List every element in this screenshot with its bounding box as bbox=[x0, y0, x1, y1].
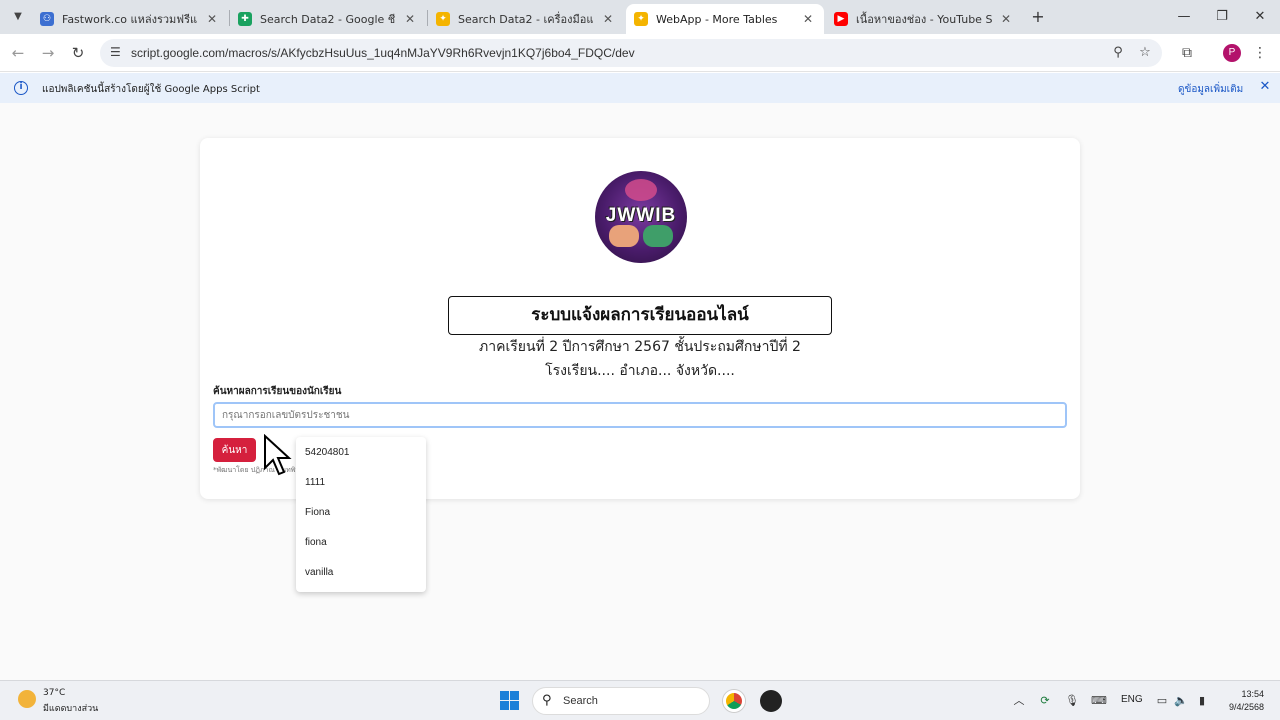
apps-script-infobar: i แอปพลิเคชันนี้สร้างโดยผู้ใช้ Google Ap… bbox=[0, 73, 1280, 103]
system-clock[interactable]: 13:54 9/4/2568 bbox=[1218, 688, 1264, 714]
page-title: ระบบแจ้งผลการเรียนออนไลน์ bbox=[448, 296, 832, 335]
logo-text: JWWIB bbox=[605, 205, 677, 226]
learn-more-link[interactable]: ดูข้อมูลเพิ่มเติม bbox=[1178, 82, 1243, 97]
autocomplete-option[interactable]: vanilla bbox=[305, 567, 333, 578]
logo-decoration bbox=[609, 225, 639, 247]
close-icon[interactable]: ✕ bbox=[600, 12, 616, 26]
close-icon[interactable]: ✕ bbox=[998, 12, 1014, 26]
battery-icon[interactable]: ▮ bbox=[1193, 692, 1211, 710]
new-tab-plus-icon[interactable]: + bbox=[1028, 7, 1048, 27]
windows-taskbar: 37°C มีแดดบางส่วน ⚲ Search ︿ ⟳ 🎙 ⌨ ENG ▭… bbox=[0, 680, 1280, 720]
back-arrow-icon[interactable]: ← bbox=[8, 43, 28, 63]
menu-kebab-icon[interactable]: ⋮ bbox=[1250, 43, 1270, 63]
reload-icon[interactable]: ↻ bbox=[68, 43, 88, 63]
sync-icon[interactable]: ⟳ bbox=[1036, 692, 1054, 710]
autocomplete-option[interactable]: fiona bbox=[305, 537, 327, 548]
browser-toolbar: ← → ↻ ☰ script.google.com/macros/s/AKfyc… bbox=[0, 34, 1280, 72]
clock-date: 9/4/2568 bbox=[1228, 702, 1264, 712]
autocomplete-option[interactable]: Fiona bbox=[305, 507, 330, 518]
mouse-pointer-icon bbox=[264, 434, 292, 476]
infobar-close-icon[interactable]: ✕ bbox=[1258, 79, 1272, 94]
info-icon: i bbox=[14, 81, 28, 95]
microphone-icon[interactable]: 🎙 bbox=[1063, 692, 1081, 710]
show-hidden-icons-chevron-icon[interactable]: ︿ bbox=[1010, 692, 1028, 710]
tab-title: Search Data2 - เครื่องมือแก้ไขโครง bbox=[458, 13, 594, 26]
autocomplete-option[interactable]: 1111 bbox=[305, 477, 325, 488]
fastwork-favicon-icon: ⚇ bbox=[40, 12, 54, 26]
zoom-magnifier-icon[interactable]: ⚲ bbox=[1110, 45, 1126, 61]
window-close-icon[interactable]: ✕ bbox=[1250, 7, 1270, 27]
sheets-favicon-icon: ✚ bbox=[238, 12, 252, 26]
address-bar[interactable]: ☰ script.google.com/macros/s/AKfycbzHsuU… bbox=[100, 39, 1162, 67]
tab-fastwork[interactable]: ⚇ Fastwork.co แหล่งรวมฟรีแลนซ์คุณภ ✕ bbox=[32, 4, 228, 34]
close-icon[interactable]: ✕ bbox=[800, 12, 816, 26]
tab-youtube-studio[interactable]: ▶ เนื้อหาของช่อง - YouTube Studio ✕ bbox=[826, 4, 1022, 34]
autocomplete-option[interactable]: 54204801 bbox=[305, 447, 350, 458]
apps-script-favicon-icon: ✦ bbox=[436, 12, 450, 26]
obs-taskbar-icon[interactable] bbox=[760, 690, 782, 712]
logo-decoration bbox=[625, 179, 657, 201]
infobar-message: แอปพลิเคชันนี้สร้างโดยผู้ใช้ Google Apps… bbox=[42, 84, 260, 95]
semester-subtitle: ภาคเรียนที่ 2 ปีการศึกษา 2567 ชั้นประถมศ… bbox=[479, 339, 801, 355]
youtube-favicon-icon: ▶ bbox=[834, 12, 848, 26]
tab-title: Fastwork.co แหล่งรวมฟรีแลนซ์คุณภ bbox=[62, 13, 198, 26]
tab-webapp-more-tables[interactable]: ✦ WebApp - More Tables ✕ bbox=[626, 4, 824, 34]
extensions-puzzle-icon[interactable]: ⧉ bbox=[1177, 43, 1197, 63]
bookmark-star-icon[interactable]: ☆ bbox=[1137, 45, 1153, 61]
tab-search-data2-script[interactable]: ✦ Search Data2 - เครื่องมือแก้ไขโครง ✕ bbox=[428, 4, 624, 34]
speaker-icon[interactable]: 🔈 bbox=[1172, 692, 1190, 710]
site-info-tune-icon[interactable]: ☰ bbox=[110, 45, 126, 61]
forward-arrow-icon[interactable]: → bbox=[38, 43, 58, 63]
close-icon[interactable]: ✕ bbox=[402, 12, 418, 26]
citizen-id-search-input[interactable] bbox=[213, 402, 1067, 428]
chrome-taskbar-icon[interactable] bbox=[723, 690, 745, 712]
weather-sun-icon[interactable] bbox=[18, 690, 36, 708]
search-label: ค้นหาผลการเรียนของนักเรียน bbox=[213, 386, 342, 397]
tab-title: WebApp - More Tables bbox=[656, 12, 778, 26]
web-app-page: JWWIB ระบบแจ้งผลการเรียนออนไลน์ ภาคเรียน… bbox=[0, 103, 1280, 680]
tab-title: เนื้อหาของช่อง - YouTube Studio bbox=[856, 13, 992, 26]
tab-strip: ▼ ⚇ Fastwork.co แหล่งรวมฟรีแลนซ์คุณภ ✕ ✚… bbox=[0, 0, 1280, 34]
search-icon: ⚲ bbox=[542, 693, 552, 708]
search-button[interactable]: ค้นหา bbox=[213, 438, 256, 462]
close-icon[interactable]: ✕ bbox=[204, 12, 220, 26]
keyboard-icon[interactable]: ⌨ bbox=[1090, 692, 1108, 710]
tab-search-data2-sheets[interactable]: ✚ Search Data2 - Google ชีต ✕ bbox=[230, 4, 426, 34]
profile-avatar[interactable]: P bbox=[1223, 44, 1241, 62]
taskbar-search-text: Search bbox=[563, 695, 598, 707]
windows-start-icon[interactable] bbox=[500, 691, 519, 710]
minimize-icon[interactable]: — bbox=[1174, 7, 1194, 27]
network-icon[interactable]: ▭ bbox=[1153, 692, 1171, 710]
tab-title: Search Data2 - Google ชีต bbox=[260, 13, 396, 26]
input-language[interactable]: ENG bbox=[1121, 694, 1143, 705]
tab-search-chevron-icon[interactable]: ▼ bbox=[8, 7, 28, 27]
school-logo: JWWIB bbox=[595, 171, 687, 263]
apps-script-favicon-icon: ✦ bbox=[634, 12, 648, 26]
weather-temperature[interactable]: 37°C bbox=[43, 688, 65, 698]
school-subtitle: โรงเรียน.... อำเภอ... จังหวัด.... bbox=[545, 363, 735, 379]
weather-condition[interactable]: มีแดดบางส่วน bbox=[43, 701, 98, 715]
logo-decoration bbox=[643, 225, 673, 247]
restore-icon[interactable]: ❐ bbox=[1212, 7, 1232, 27]
clock-time: 13:54 bbox=[1241, 689, 1264, 699]
url-text[interactable]: script.google.com/macros/s/AKfycbzHsuUus… bbox=[131, 46, 635, 60]
autocomplete-dropdown: 54204801 1111 Fiona fiona vanilla bbox=[296, 437, 426, 592]
taskbar-search-box[interactable]: ⚲ Search bbox=[532, 687, 710, 715]
